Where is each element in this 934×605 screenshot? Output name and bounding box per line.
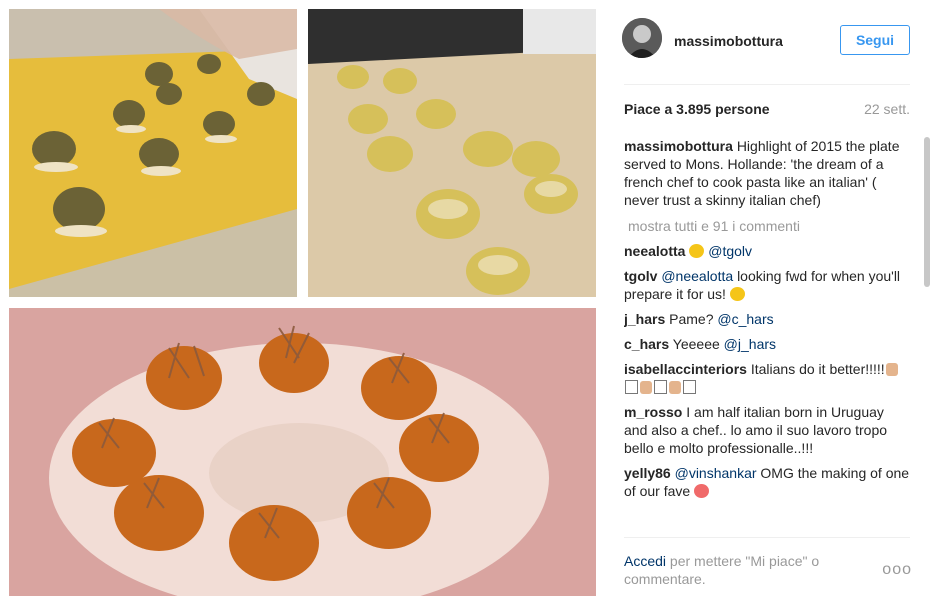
comment-username[interactable]: j_hars — [624, 311, 665, 327]
login-prompt: Accedi per mettere "Mi piace" o commenta… — [624, 552, 874, 588]
comment-item: neealotta @tgolv — [624, 242, 910, 260]
comment-username[interactable]: m_rosso — [624, 404, 682, 420]
follow-button[interactable]: Segui — [840, 25, 910, 55]
avatar[interactable] — [622, 18, 662, 58]
comment-username[interactable]: yelly86 — [624, 465, 671, 481]
comment-mention[interactable]: @vinshankar — [675, 465, 757, 481]
comment-text: Yeeeee — [672, 336, 720, 352]
comment-item: yelly86 @vinshankar OMG the making of on… — [624, 464, 910, 500]
photo-plated-dish — [9, 308, 596, 596]
smile-emoji-icon — [689, 244, 705, 258]
caption-username[interactable]: massimobottura — [624, 138, 733, 154]
more-options-icon[interactable]: ooo — [882, 561, 912, 579]
missing-glyph-icon — [625, 380, 638, 394]
comment-item: m_rosso I am half italian born in Urugua… — [624, 403, 910, 457]
scrollbar-thumb[interactable] — [924, 137, 930, 287]
post-sidebar: massimobottura Segui Piace a 3.895 perso… — [600, 0, 934, 605]
missing-glyph-icon — [654, 380, 667, 394]
comment-mention[interactable]: @c_hars — [717, 311, 773, 327]
divider — [624, 84, 910, 85]
comment-username[interactable]: tgolv — [624, 268, 657, 284]
heart-eyes-emoji-icon — [694, 484, 710, 498]
comment-item: tgolv @neealotta looking fwd for when yo… — [624, 267, 910, 303]
comments-list: massimobottura Highlight of 2015 the pla… — [624, 137, 910, 537]
comment-item: isabellaccinteriors Italians do it bette… — [624, 360, 910, 396]
comment-mention[interactable]: @neealotta — [661, 268, 733, 284]
show-all-comments-link[interactable]: mostra tutti e 91 i commenti — [628, 217, 910, 235]
post-media-collage[interactable] — [0, 0, 600, 605]
wink-emoji-icon — [729, 287, 745, 301]
post-header: massimobottura Segui — [600, 0, 934, 84]
comment-item: j_hars Pame? @c_hars — [624, 310, 910, 328]
post-time[interactable]: 22 sett. — [864, 101, 910, 117]
thumbs-up-emoji-icon — [640, 381, 652, 394]
comment-mention[interactable]: @tgolv — [708, 243, 752, 259]
divider — [624, 537, 910, 538]
comment-text: Italians do it better!!!!! — [750, 361, 885, 377]
missing-glyph-icon — [683, 380, 696, 394]
caption: massimobottura Highlight of 2015 the pla… — [624, 137, 910, 209]
likes-count[interactable]: Piace a 3.895 persone — [624, 101, 770, 117]
thumbs-up-emoji-icon — [669, 381, 681, 394]
comment-username[interactable]: c_hars — [624, 336, 669, 352]
thumbs-up-emoji-icon — [885, 363, 898, 376]
comments-scrollbar[interactable] — [921, 137, 933, 537]
comment-username[interactable]: neealotta — [624, 243, 685, 259]
photo-filled-pasta — [9, 9, 297, 297]
photo-ravioli-board — [308, 9, 596, 297]
login-link[interactable]: Accedi — [624, 553, 666, 569]
comment-item: c_hars Yeeeee @j_hars — [624, 335, 910, 353]
username[interactable]: massimobottura — [674, 33, 783, 49]
comment-text: Pame? — [669, 311, 714, 327]
comment-username[interactable]: isabellaccinteriors — [624, 361, 747, 377]
comment-mention[interactable]: @j_hars — [724, 336, 776, 352]
